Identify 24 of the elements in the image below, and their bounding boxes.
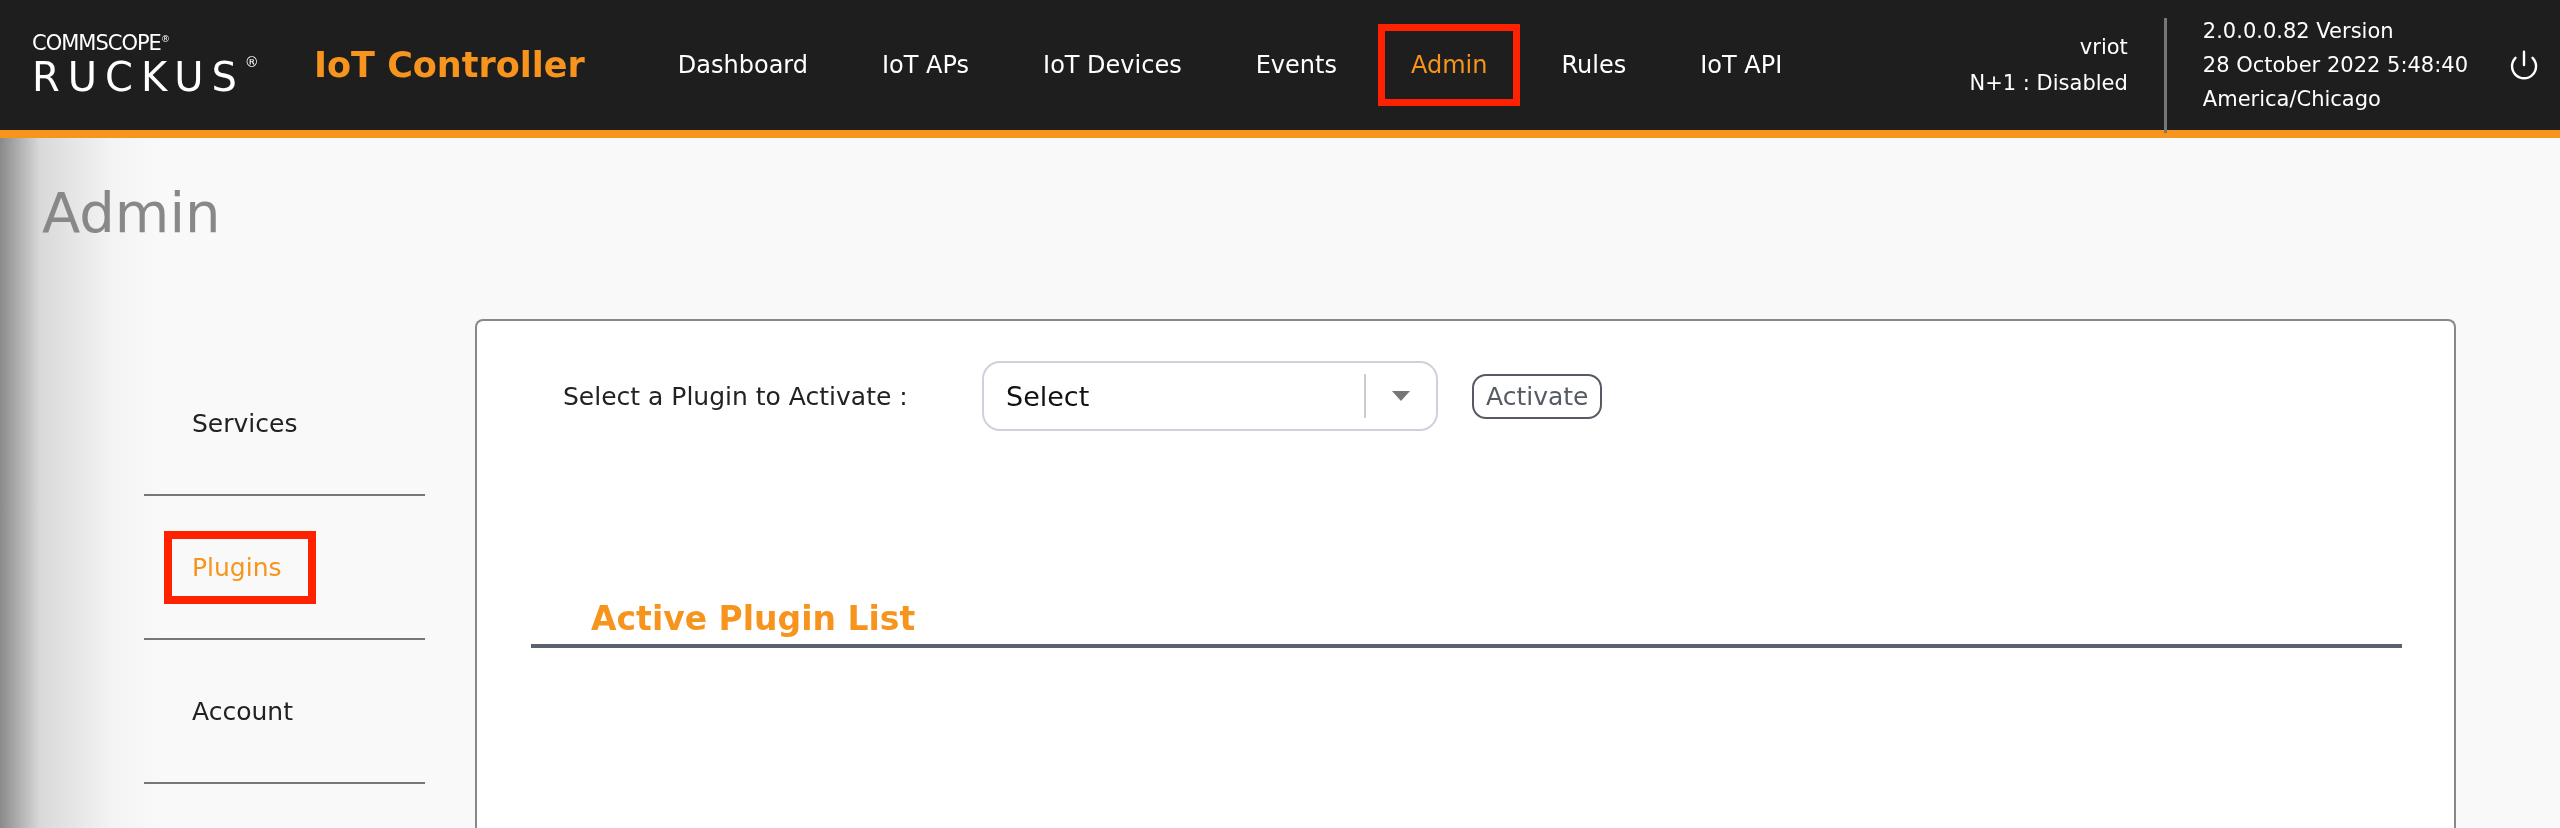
page-title: Admin xyxy=(42,179,221,245)
activate-button[interactable]: Activate xyxy=(1472,373,1603,419)
logo-text: RUCKUS$^{®}$ xyxy=(32,55,260,99)
nav-tab[interactable]: Dashboard xyxy=(644,24,842,106)
sidebar-item[interactable]: Services xyxy=(164,386,332,460)
ha-status: N+1 : Disabled xyxy=(1969,71,2128,95)
sidebar-item[interactable]: Account xyxy=(164,674,327,748)
nav-tab[interactable]: IoT Devices xyxy=(1010,24,1215,106)
version-text: 2.0.0.0.82 Version xyxy=(2202,19,2395,43)
timezone: America/Chicago xyxy=(2202,87,2382,111)
date-time: 28 October 2022 5:48:40 xyxy=(2202,53,2468,77)
product-title: IoT Controller xyxy=(314,45,585,85)
plugin-select[interactable]: Select xyxy=(982,361,1438,431)
field-label: Select a Plugin to Activate : xyxy=(563,381,909,411)
username: vriot xyxy=(2079,35,2128,59)
nav-tab[interactable]: Admin xyxy=(1377,24,1521,106)
nav-tab[interactable]: Events xyxy=(1222,24,1370,106)
section-title: Active Plugin List xyxy=(591,599,916,638)
logo-text: COMMSCOPE$^{®}$ xyxy=(32,31,170,55)
power-icon[interactable] xyxy=(2508,49,2540,81)
nav-tab[interactable]: IoT APs xyxy=(849,24,1003,106)
nav-tab[interactable]: Rules xyxy=(1528,24,1660,106)
nav-tab[interactable]: IoT API xyxy=(1667,24,1816,106)
caret-icon xyxy=(1392,391,1410,401)
